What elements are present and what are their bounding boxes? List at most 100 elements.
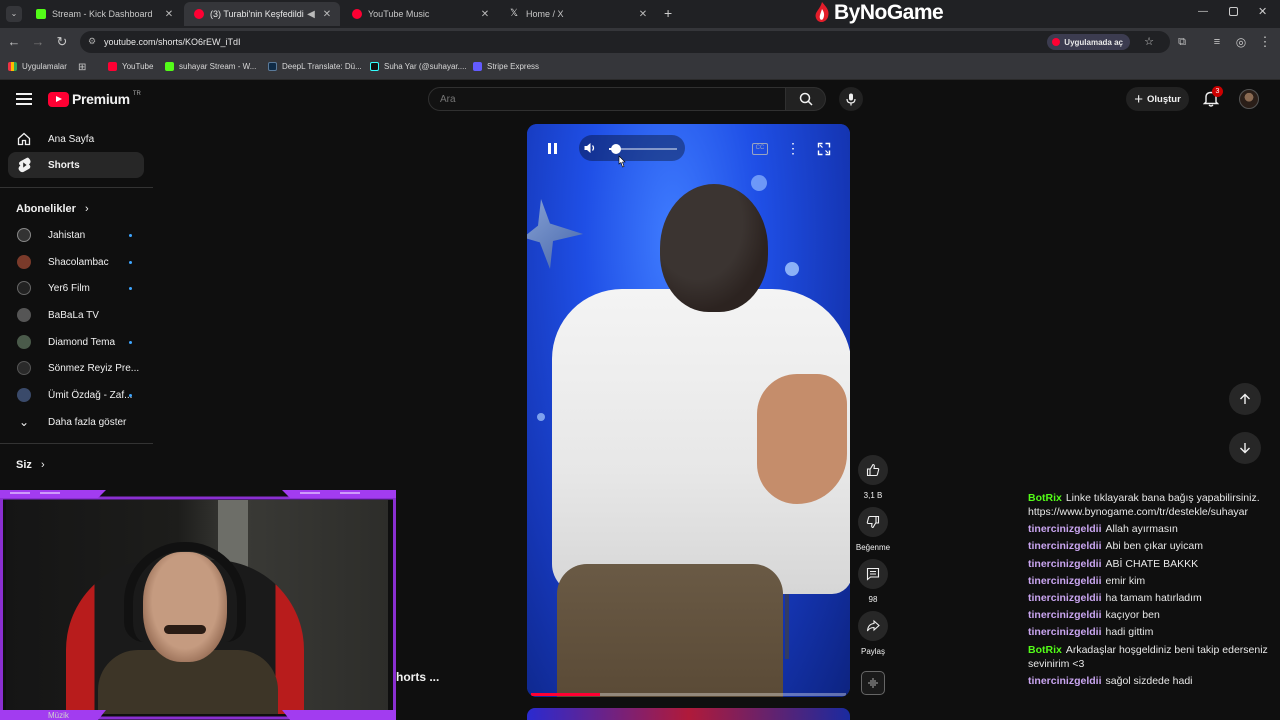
- thumbs-down-icon: [858, 507, 888, 537]
- chat-username: tinercinizgeldii: [1028, 557, 1102, 570]
- share-icon: [858, 611, 888, 641]
- reload-icon[interactable]: ↻: [54, 34, 70, 50]
- chat-username: tinercinizgeldii: [1028, 591, 1102, 604]
- performer-arm: [757, 374, 847, 504]
- sidebar-item-subscription[interactable]: Shacolambac: [8, 249, 144, 275]
- sound-remix-button[interactable]: [861, 671, 885, 695]
- chat-message: tinercinizgeldii emir kim: [1028, 574, 1268, 588]
- sidebar-item-home[interactable]: Ana Sayfa: [8, 126, 144, 152]
- restore-button[interactable]: [1229, 7, 1238, 16]
- new-tab-button[interactable]: +: [664, 5, 672, 21]
- comments-button[interactable]: 98: [856, 559, 890, 604]
- you-heading[interactable]: Siz ›: [16, 459, 45, 471]
- speaker-icon[interactable]: ◀: [304, 9, 318, 20]
- new-content-dot: [129, 340, 132, 344]
- share-button[interactable]: Paylaş: [856, 611, 890, 656]
- shorts-video-player[interactable]: CC ⋮: [527, 124, 850, 697]
- back-icon[interactable]: ←: [6, 34, 22, 50]
- webcam-frame-border: [0, 490, 396, 720]
- chat-text: Arkadaşlar hoşgeldiniz beni takip ederse…: [1028, 643, 1268, 670]
- new-content-dot: [129, 260, 132, 264]
- youtube-premium-logo[interactable]: Premium TR: [48, 91, 141, 107]
- sidebar-item-subscription[interactable]: Yer6 Film: [8, 275, 144, 301]
- show-more-button[interactable]: ⌄ Daha fazla göster: [8, 409, 144, 435]
- video-progress-bar[interactable]: [531, 693, 846, 696]
- media-controls-icon[interactable]: ≡: [1209, 34, 1225, 50]
- tab-label: (3) Turabi'nin Keşfedildiği 2: [210, 9, 304, 19]
- tab-search-icon[interactable]: ⌄: [6, 6, 22, 22]
- x-logo-icon: 𝕏: [510, 8, 519, 19]
- close-window-button[interactable]: ✕: [1258, 5, 1267, 18]
- search-button[interactable]: [786, 87, 826, 111]
- bookmark-apps[interactable]: Uygulamalar: [8, 62, 67, 71]
- plus-icon: +: [1134, 90, 1143, 108]
- hamburger-menu-icon[interactable]: [16, 93, 32, 105]
- site-info-icon[interactable]: ⚙: [88, 36, 96, 47]
- shorts-icon: [16, 157, 32, 173]
- pause-button[interactable]: [541, 137, 563, 159]
- address-bar[interactable]: ⚙ youtube.com/shorts/KO6rEW_iTdI Uygulam…: [80, 31, 1170, 53]
- apps-grid-icon: [8, 62, 17, 71]
- subscriptions-heading[interactable]: Abonelikler ›: [16, 203, 89, 215]
- sidebar-item-subscription[interactable]: Diamond Tema: [8, 329, 144, 355]
- bookmark-grid[interactable]: ⊞: [78, 62, 86, 73]
- chat-message: tinercinizgeldii ha tamam hatırladım: [1028, 591, 1268, 605]
- open-in-app-button[interactable]: Uygulamada aç: [1047, 34, 1130, 50]
- close-icon[interactable]: ✕: [320, 9, 334, 20]
- next-short-button[interactable]: [1229, 432, 1261, 464]
- sidebar-item-subscription[interactable]: Sönmez Reyiz Pre...: [8, 355, 144, 381]
- avatar: [17, 228, 31, 242]
- close-icon[interactable]: ✕: [162, 9, 176, 20]
- sidebar-item-subscription[interactable]: Ümit Özdağ - Zaf...: [8, 382, 144, 408]
- tab-kick-dashboard[interactable]: Stream - Kick Dashboard ✕: [26, 2, 182, 26]
- account-avatar[interactable]: [1239, 89, 1259, 109]
- bookmark-stripe[interactable]: Stripe Express: [473, 62, 539, 71]
- arrow-up-icon: [1240, 393, 1250, 404]
- fullscreen-button[interactable]: [817, 142, 831, 161]
- player-more-icon[interactable]: ⋮: [786, 140, 800, 157]
- minimize-button[interactable]: —: [1198, 6, 1208, 17]
- captions-button[interactable]: CC: [752, 143, 768, 155]
- tab-youtube-short[interactable]: (3) Turabi'nin Keşfedildiği 2 ◀ ✕: [184, 2, 340, 26]
- search-input[interactable]: [429, 88, 785, 110]
- sidebar-item-subscription[interactable]: BaBaLa TV: [8, 302, 144, 328]
- video-progress-fill: [531, 693, 601, 696]
- bookmark-star-icon[interactable]: ☆: [1144, 35, 1154, 48]
- forward-icon[interactable]: →: [30, 34, 46, 50]
- browser-menu-icon[interactable]: ⋮: [1257, 34, 1273, 50]
- profile-icon[interactable]: ◎: [1233, 34, 1249, 50]
- chat-username: BotRix: [1028, 643, 1062, 656]
- voice-search-button[interactable]: [839, 87, 863, 111]
- volume-slider-track[interactable]: [609, 143, 677, 154]
- close-icon[interactable]: ✕: [636, 9, 650, 20]
- tab-youtube-music[interactable]: YouTube Music ✕: [342, 2, 498, 26]
- chevron-right-icon: ›: [40, 459, 45, 471]
- next-short-preview[interactable]: [527, 708, 850, 720]
- bookmark-deepl[interactable]: DeepL Translate: Dü...: [268, 62, 362, 71]
- create-button[interactable]: + Oluştur: [1126, 87, 1189, 111]
- like-button[interactable]: 3,1 B: [856, 455, 890, 500]
- bookmarks-bar: Uygulamalar ⊞ YouTube suhayar Stream - W…: [0, 56, 1280, 80]
- dislike-button[interactable]: Beğenme: [852, 507, 894, 552]
- tab-x-home[interactable]: 𝕏 Home / X ✕: [500, 2, 656, 26]
- notifications-button[interactable]: 3: [1202, 86, 1223, 108]
- volume-slider-knob[interactable]: [610, 143, 621, 154]
- previous-short-button[interactable]: [1229, 383, 1261, 415]
- close-icon[interactable]: ✕: [478, 9, 492, 20]
- bookmark-youtube[interactable]: YouTube: [108, 62, 153, 71]
- extensions-icon[interactable]: ⧉: [1174, 34, 1190, 50]
- volume-control[interactable]: [579, 135, 685, 161]
- sidebar-item-shorts[interactable]: Shorts: [8, 152, 144, 178]
- kick-icon: [36, 9, 46, 19]
- search-box[interactable]: [428, 87, 786, 111]
- bookmark-label: suhayar Stream - W...: [179, 62, 257, 71]
- bookmark-tiktok[interactable]: Suha Yar (@suhayar....: [370, 62, 467, 71]
- notification-count-badge: 3: [1212, 86, 1223, 97]
- stripe-icon: [473, 62, 482, 71]
- bookmark-kick-stream[interactable]: suhayar Stream - W...: [165, 62, 256, 71]
- performer-head: [660, 184, 768, 312]
- chat-text: sağol sizdede hadi: [1105, 674, 1193, 687]
- sidebar-item-subscription[interactable]: Jahistan: [8, 222, 144, 248]
- comment-count: 98: [868, 595, 878, 604]
- bookmark-label: Suha Yar (@suhayar....: [384, 62, 467, 71]
